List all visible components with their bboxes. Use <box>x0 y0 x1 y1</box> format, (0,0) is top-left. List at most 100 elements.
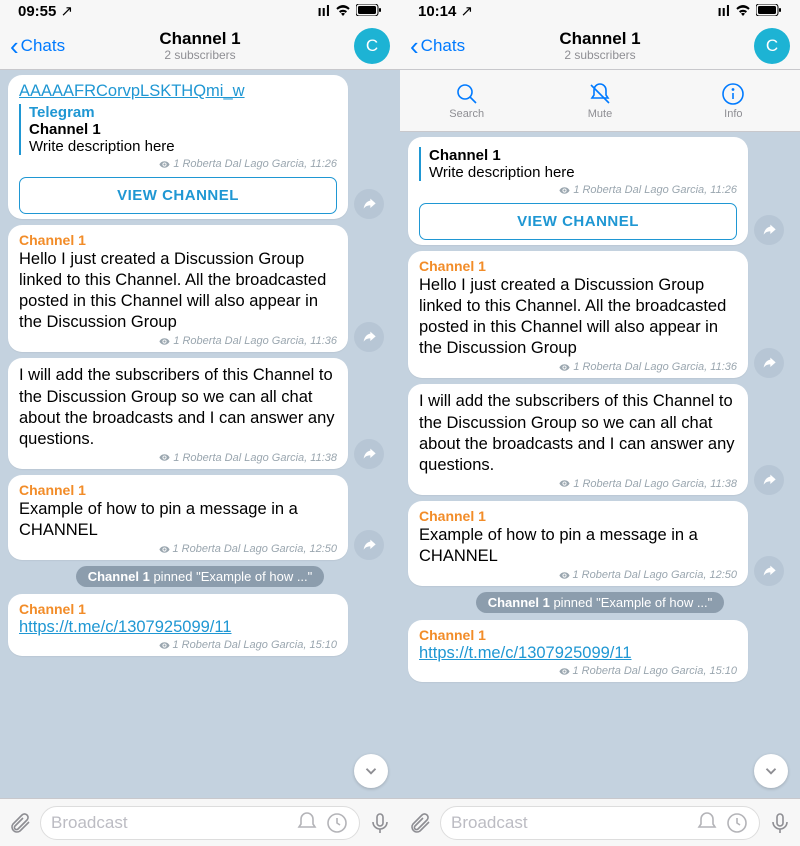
schedule-button[interactable] <box>325 811 349 835</box>
link-title: Channel 1 <box>429 147 737 164</box>
pinned-notice[interactable]: Channel 1 pinned "Example of how ..." <box>476 592 725 613</box>
battery-icon <box>756 3 782 20</box>
message-meta: 1 Roberta Dal Lago Garcia, 11:36 <box>419 361 737 373</box>
search-label: Search <box>449 108 484 120</box>
navigation-bar: ‹Chats Channel 12 subscribers C <box>400 22 800 70</box>
scroll-to-bottom-button[interactable] <box>354 754 388 788</box>
chevron-left-icon: ‹ <box>410 33 419 59</box>
message-text: Hello I just created a Discussion Group … <box>19 249 337 333</box>
status-bar: 09:55 ↗ ııl <box>0 0 400 22</box>
sender-name: Channel 1 <box>419 258 737 274</box>
message[interactable]: Channel 1https://t.me/c/1307925099/11 1 R… <box>408 620 748 682</box>
back-label: Chats <box>21 36 65 56</box>
forward-button[interactable] <box>754 348 784 378</box>
input-bar: Broadcast <box>0 798 400 846</box>
back-button[interactable]: ‹Chats <box>410 33 465 59</box>
forward-button[interactable] <box>354 322 384 352</box>
action-bar: Search Mute Info <box>400 70 800 132</box>
status-time: 09:55 ↗ <box>18 2 73 20</box>
message-meta: 1 Roberta Dal Lago Garcia, 11:26 <box>419 184 737 196</box>
link-title: Channel 1 <box>29 121 337 138</box>
message[interactable]: Channel 1Hello I just created a Discussi… <box>408 251 748 378</box>
link-card: Channel 1Write description here <box>419 147 737 181</box>
message-text: Example of how to pin a message in a CHA… <box>19 499 337 541</box>
message[interactable]: Channel 1https://t.me/c/1307925099/11 1 R… <box>8 594 348 656</box>
message[interactable]: Channel 1Example of how to pin a message… <box>8 475 348 560</box>
input-placeholder: Broadcast <box>51 813 295 833</box>
message[interactable]: I will add the subscribers of this Chann… <box>408 384 748 494</box>
link-preview-message[interactable]: AAAAAFRCorvpLSKTHQmi_w TelegramChannel 1W… <box>8 75 348 219</box>
message-meta: 1 Roberta Dal Lago Garcia, 12:50 <box>419 569 737 581</box>
url-fragment[interactable]: AAAAAFRCorvpLSKTHQmi_w <box>19 82 337 101</box>
message-text: Example of how to pin a message in a CHA… <box>419 525 737 567</box>
message-meta: 1 Roberta Dal Lago Garcia, 11:38 <box>419 478 737 490</box>
link-description: Write description here <box>29 138 337 155</box>
link-source: Telegram <box>29 104 337 121</box>
input-placeholder: Broadcast <box>451 813 695 833</box>
attach-button[interactable] <box>408 811 432 835</box>
chat-body[interactable]: Channel 1Write description here1 Roberta… <box>400 132 800 798</box>
schedule-button[interactable] <box>725 811 749 835</box>
message-meta: 1 Roberta Dal Lago Garcia, 11:26 <box>19 158 337 170</box>
forward-button[interactable] <box>354 530 384 560</box>
message-meta: 1 Roberta Dal Lago Garcia, 15:10 <box>419 665 737 677</box>
silent-button[interactable] <box>695 811 719 835</box>
chat-subtitle: 2 subscribers <box>159 48 240 62</box>
sender-name: Channel 1 <box>419 508 737 524</box>
channel-avatar[interactable]: C <box>354 28 390 64</box>
wifi-icon <box>335 3 351 20</box>
voice-button[interactable] <box>368 811 392 835</box>
sender-name: Channel 1 <box>19 482 337 498</box>
message-meta: 1 Roberta Dal Lago Garcia, 15:10 <box>19 639 337 651</box>
attach-button[interactable] <box>8 811 32 835</box>
mute-action[interactable]: Mute <box>533 70 666 131</box>
forward-button[interactable] <box>354 439 384 469</box>
link-preview-message[interactable]: Channel 1Write description here 1 Roberta… <box>408 137 748 245</box>
back-label: Chats <box>421 36 465 56</box>
forward-button[interactable] <box>354 189 384 219</box>
chat-subtitle: 2 subscribers <box>559 48 640 62</box>
message-text: I will add the subscribers of this Chann… <box>19 365 337 449</box>
battery-icon <box>356 3 382 20</box>
message-input[interactable]: Broadcast <box>440 806 760 840</box>
message-meta: 1 Roberta Dal Lago Garcia, 11:36 <box>19 335 337 347</box>
silent-button[interactable] <box>295 811 319 835</box>
message[interactable]: Channel 1Example of how to pin a message… <box>408 501 748 586</box>
sender-name: Channel 1 <box>19 232 337 248</box>
message-link[interactable]: https://t.me/c/1307925099/11 <box>419 644 737 663</box>
search-action[interactable]: Search <box>400 70 533 131</box>
forward-button[interactable] <box>754 215 784 245</box>
status-bar: 10:14 ↗ ııl <box>400 0 800 22</box>
mute-label: Mute <box>588 108 612 120</box>
signal-icon: ııl <box>717 3 730 20</box>
message-text: Hello I just created a Discussion Group … <box>419 275 737 359</box>
signal-icon: ııl <box>317 3 330 20</box>
info-action[interactable]: Info <box>667 70 800 131</box>
scroll-to-bottom-button[interactable] <box>754 754 788 788</box>
info-label: Info <box>724 108 742 120</box>
message[interactable]: I will add the subscribers of this Chann… <box>8 358 348 468</box>
forward-button[interactable] <box>754 556 784 586</box>
channel-avatar[interactable]: C <box>754 28 790 64</box>
chat-title[interactable]: Channel 1 <box>159 29 240 49</box>
status-time: 10:14 ↗ <box>418 2 473 20</box>
message-link[interactable]: https://t.me/c/1307925099/11 <box>19 618 337 637</box>
navigation-bar: ‹Chats Channel 12 subscribers C <box>0 22 400 70</box>
chat-title[interactable]: Channel 1 <box>559 29 640 49</box>
voice-button[interactable] <box>768 811 792 835</box>
message[interactable]: Channel 1Hello I just created a Discussi… <box>8 225 348 352</box>
forward-button[interactable] <box>754 465 784 495</box>
link-description: Write description here <box>429 164 737 181</box>
chevron-left-icon: ‹ <box>10 33 19 59</box>
view-channel-button[interactable]: VIEW CHANNEL <box>419 203 737 240</box>
view-channel-button[interactable]: VIEW CHANNEL <box>19 177 337 214</box>
input-bar: Broadcast <box>400 798 800 846</box>
pinned-notice[interactable]: Channel 1 pinned "Example of how ..." <box>76 566 325 587</box>
chat-body[interactable]: AAAAAFRCorvpLSKTHQmi_wTelegramChannel 1W… <box>0 70 400 798</box>
message-input[interactable]: Broadcast <box>40 806 360 840</box>
message-text: I will add the subscribers of this Chann… <box>419 391 737 475</box>
sender-name: Channel 1 <box>419 627 737 643</box>
back-button[interactable]: ‹Chats <box>10 33 65 59</box>
sender-name: Channel 1 <box>19 601 337 617</box>
link-card: TelegramChannel 1Write description here <box>19 104 337 155</box>
